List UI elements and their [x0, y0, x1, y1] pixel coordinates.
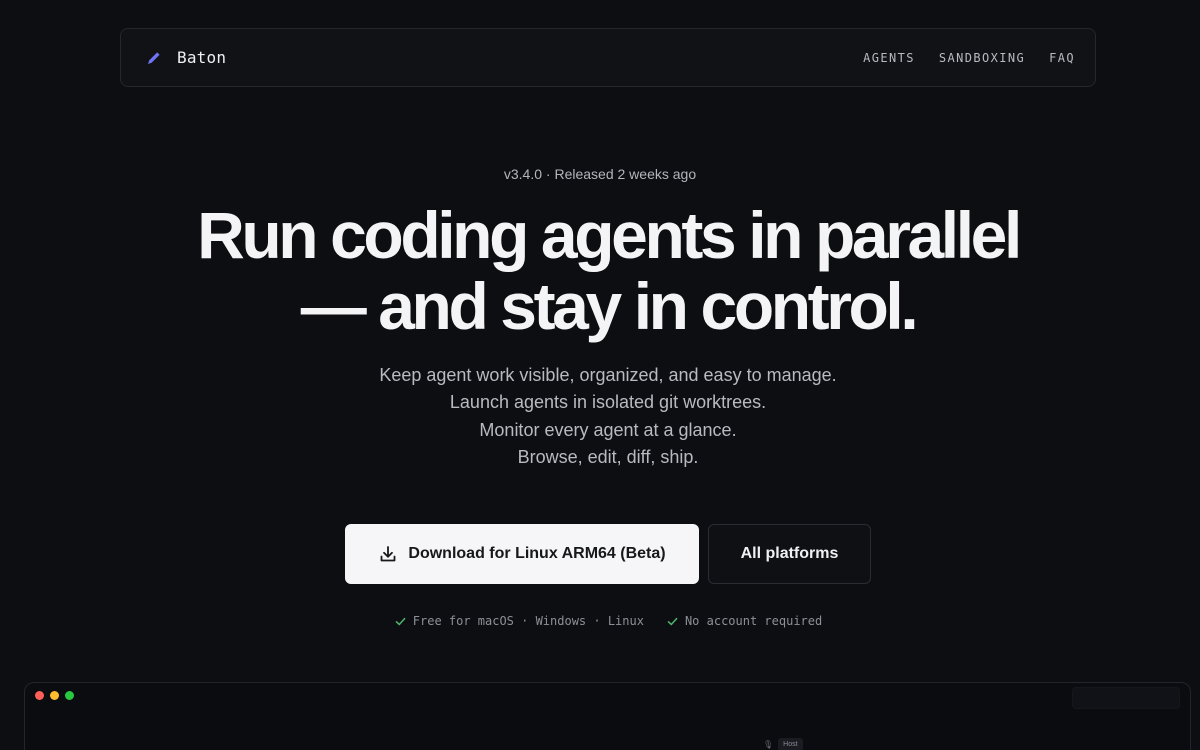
top-nav: Baton AGENTS SANDBOXING FAQ — [120, 28, 1096, 87]
download-icon — [381, 546, 396, 562]
nav-link-sandboxing[interactable]: SANDBOXING — [939, 51, 1025, 65]
all-platforms-label: All platforms — [740, 545, 839, 562]
landing-page: Baton AGENTS SANDBOXING FAQ v3.4.0 · Rel… — [0, 0, 1200, 750]
nav-link-faq[interactable]: FAQ — [1049, 51, 1075, 65]
minimize-window-dot[interactable] — [50, 691, 59, 700]
brand-name: Baton — [177, 48, 227, 67]
check-item-free: Free for macOS · Windows · Linux — [394, 614, 644, 628]
host-label: Host — [778, 738, 803, 750]
tagline-line-4: Browse, edit, diff, ship. — [517, 446, 699, 467]
window-controls — [35, 691, 74, 700]
check-icon — [667, 617, 678, 625]
check-item-no-account: No account required — [666, 614, 822, 628]
tagline-line-2: Launch agents in isolated git worktrees. — [449, 392, 767, 413]
download-button[interactable]: Download for Linux ARM64 (Beta) — [345, 524, 699, 584]
headline-line-1: Run coding agents in parallel — [197, 198, 1022, 272]
maximize-window-dot[interactable] — [65, 691, 74, 700]
tagline-line-1: Keep agent work visible, organized, and … — [379, 365, 837, 385]
check-label-no-account: No account required — [684, 614, 823, 628]
check-label-free: Free for macOS · Windows · Linux — [412, 614, 644, 628]
hero-tagline: Keep agent work visible, organized, and … — [0, 362, 1200, 471]
app-preview-window: 🎙 Host — [24, 682, 1191, 750]
brand[interactable]: Baton — [145, 48, 226, 67]
check-icon — [395, 617, 406, 625]
release-info[interactable]: v3.4.0 · Released 2 weeks ago — [0, 166, 1200, 182]
download-button-label: Download for Linux ARM64 (Beta) — [408, 545, 666, 562]
preview-search-box — [1072, 687, 1180, 709]
nav-links: AGENTS SANDBOXING FAQ — [863, 51, 1075, 65]
pencil-icon — [148, 51, 160, 64]
nav-link-agents[interactable]: AGENTS — [863, 51, 915, 65]
feature-checks: Free for macOS · Windows · Linux No acco… — [0, 614, 1200, 628]
headline-line-2: — and stay in control. — [300, 269, 919, 343]
hero-headline: Run coding agents in parallel — and stay… — [0, 200, 1200, 342]
tagline-line-3: Monitor every agent at a glance. — [479, 419, 737, 440]
all-platforms-button[interactable]: All platforms — [708, 524, 871, 584]
close-window-dot[interactable] — [35, 691, 44, 700]
host-badge: 🎙 Host — [763, 738, 803, 750]
microphone-icon: 🎙 — [763, 739, 774, 749]
